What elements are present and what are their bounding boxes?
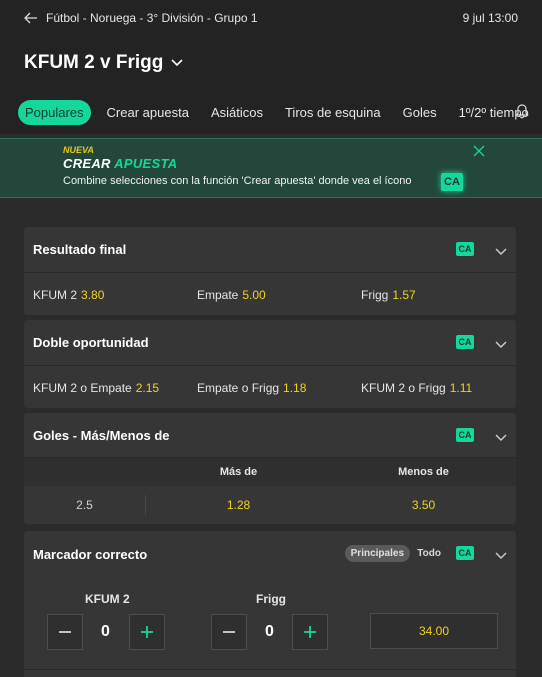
match-header: KFUM 2 v Frigg [0, 36, 542, 90]
top-bar: Fútbol - Noruega - 3° División - Grupo 1… [0, 0, 542, 36]
market-header[interactable]: Goles - Más/Menos de CA [24, 413, 516, 458]
odd-mas[interactable]: 1.28 [146, 498, 331, 512]
promo-description: Combine selecciones con la función 'Crea… [63, 175, 412, 187]
option-label: KFUM 2 o Empate [33, 381, 132, 395]
option-odd: 1.57 [392, 288, 416, 302]
over-under-row: 2.5 1.28 3.50 [24, 486, 516, 524]
option-label: Empate [197, 288, 239, 302]
over-under-header: Más de Menos de [24, 458, 516, 486]
odds-option[interactable]: KFUM 2 o Frigg 1.11 [352, 381, 516, 395]
divider [24, 669, 516, 670]
market-header[interactable]: Marcador correcto Principales Todo CA [24, 531, 516, 577]
market-doble-oportunidad: Doble oportunidad CA KFUM 2 o Empate 2.15… [24, 320, 516, 408]
odds-row: KFUM 2 3.80 Empate 5.00 Frigg 1.57 [24, 273, 516, 317]
crear-apuesta-promo-banner: NUEVA CREAR APUESTA Combine selecciones … [0, 138, 542, 198]
odds-option[interactable]: Empate o Frigg 1.18 [188, 381, 352, 395]
away-decrement-button[interactable] [211, 614, 247, 650]
away-score: 0 [265, 623, 274, 640]
back-arrow-icon[interactable] [22, 9, 40, 27]
home-increment-button[interactable] [129, 614, 165, 650]
promo-title: CREAR APUESTA [63, 156, 177, 171]
market-goles-mas-menos: Goles - Más/Menos de CA Más de Menos de … [24, 413, 516, 524]
col-menos-de: Menos de [398, 466, 449, 478]
promo-new-label: NUEVA [63, 145, 94, 155]
promo-title-crear: CREAR [63, 156, 111, 171]
match-title[interactable]: KFUM 2 v Frigg [24, 52, 163, 74]
tab-crear-apuesta[interactable]: Crear apuesta [101, 100, 195, 125]
option-label: KFUM 2 o Frigg [361, 381, 446, 395]
option-label: KFUM 2 [33, 288, 78, 302]
odds-row: KFUM 2 o Empate 2.15 Empate o Frigg 1.18 K… [24, 366, 516, 410]
option-odd: 1.11 [449, 381, 473, 395]
market-marcador-correcto: Marcador correcto Principales Todo CA KF… [24, 531, 516, 677]
chevron-down-icon[interactable] [495, 429, 507, 447]
goal-line: 2.5 [24, 495, 146, 515]
market-header[interactable]: Resultado final CA [24, 227, 516, 273]
option-label: Empate o Frigg [197, 381, 280, 395]
market-tabs: Populares Crear apuesta Asiáticos Tiros … [0, 90, 542, 134]
ca-badge: CA [456, 428, 474, 442]
ca-badge: CA [456, 335, 474, 349]
correct-score-odd[interactable]: 34.00 [370, 613, 498, 649]
home-team-label: KFUM 2 [85, 592, 130, 606]
match-date: 9 jul 13:00 [462, 11, 518, 25]
home-score: 0 [101, 623, 110, 640]
ca-badge: CA [441, 173, 463, 191]
tab-asiaticos[interactable]: Asiáticos [205, 100, 269, 125]
tab-goles[interactable]: Goles [397, 100, 443, 125]
col-mas-de: Más de [219, 466, 258, 478]
market-title: Goles - Más/Menos de [33, 427, 170, 443]
ca-badge: CA [456, 242, 474, 256]
market-title: Doble oportunidad [33, 335, 149, 350]
market-resultado-final: Resultado final CA KFUM 2 3.80 Empate 5.00… [24, 227, 516, 315]
close-icon[interactable] [471, 143, 487, 164]
market-title: Marcador correcto [33, 546, 148, 562]
option-label: Frigg [361, 288, 389, 302]
option-odd: 5.00 [242, 288, 266, 302]
away-increment-button[interactable] [292, 614, 328, 650]
pill-todo[interactable]: Todo [417, 548, 441, 559]
market-header[interactable]: Doble oportunidad CA [24, 320, 516, 366]
odds-option[interactable]: KFUM 2 o Empate 2.15 [24, 381, 188, 395]
odds-option[interactable]: KFUM 2 3.80 [24, 288, 188, 302]
chevron-down-icon[interactable] [495, 547, 507, 565]
home-decrement-button[interactable] [47, 614, 83, 650]
bell-icon[interactable] [514, 103, 530, 124]
option-odd: 3.80 [81, 288, 105, 302]
promo-title-apuesta: APUESTA [114, 156, 178, 171]
market-title: Resultado final [33, 242, 127, 257]
option-odd: 1.18 [283, 381, 307, 395]
odds-option[interactable]: Frigg 1.57 [352, 288, 516, 302]
odds-option[interactable]: Empate 5.00 [188, 288, 352, 302]
option-odd: 2.15 [135, 381, 160, 395]
away-team-label: Frigg [256, 592, 286, 606]
pill-principales[interactable]: Principales [344, 545, 410, 562]
chevron-down-icon[interactable] [495, 243, 507, 261]
breadcrumb: Fútbol - Noruega - 3° División - Grupo 1 [46, 11, 258, 25]
ca-badge: CA [456, 546, 474, 560]
tab-tiros-de-esquina[interactable]: Tiros de esquina [279, 100, 387, 125]
chevron-down-icon[interactable] [495, 336, 507, 354]
tab-populares[interactable]: Populares [18, 99, 91, 125]
odd-menos[interactable]: 3.50 [331, 498, 516, 512]
chevron-down-icon[interactable] [171, 59, 183, 67]
